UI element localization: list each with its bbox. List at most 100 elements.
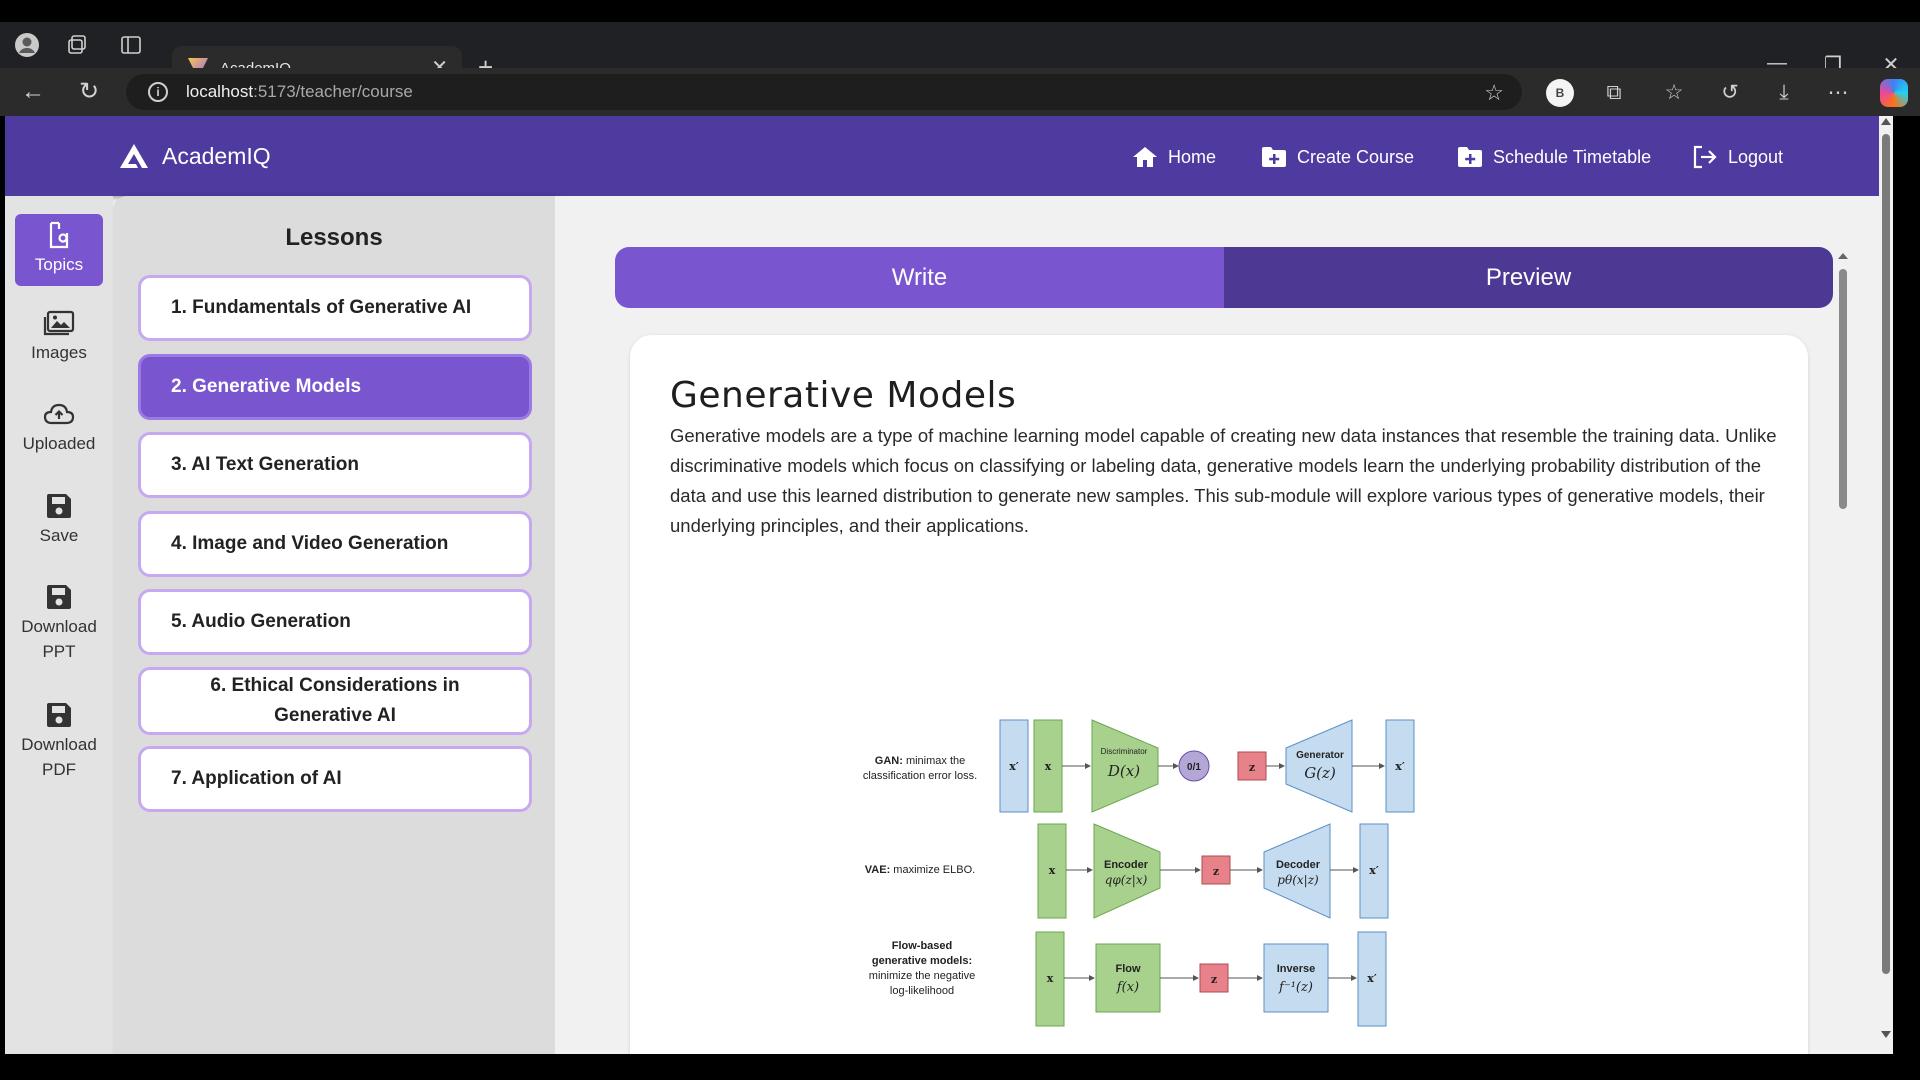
nav-logout-label: Logout: [1728, 146, 1784, 167]
gan-label-rest2: classification error loss.: [863, 770, 977, 782]
nav-schedule-timetable-link[interactable]: Schedule Timetable: [1457, 145, 1651, 169]
browser-tab-strip: AcademIQ ✕ + — ❐ ✕: [0, 22, 1920, 90]
folder-plus-icon: [1457, 145, 1483, 169]
favorites-icon[interactable]: ☆: [1660, 80, 1688, 106]
reload-icon[interactable]: ↻: [74, 78, 104, 106]
site-info-icon[interactable]: i: [148, 82, 168, 102]
tab-preview[interactable]: Preview: [1224, 247, 1833, 308]
download-pdf-label-line2: PDF: [42, 760, 76, 779]
images-tool-button[interactable]: Images: [15, 306, 103, 365]
lesson-item-6[interactable]: 6. Ethical Considerations in Generative …: [138, 667, 532, 735]
history-icon[interactable]: ↺: [1716, 80, 1744, 106]
nav-logout-link[interactable]: Logout: [1692, 145, 1783, 169]
lesson-item-2[interactable]: 2. Generative Models: [138, 354, 532, 420]
downloads-icon[interactable]: ⤓: [1770, 80, 1798, 106]
doc-body: Generative models are a type of machine …: [670, 425, 1777, 536]
inverse-fn: f⁻¹(z): [1278, 980, 1313, 995]
vae-label-rest: maximize ELBO.: [893, 864, 975, 876]
cloud-upload-icon: [15, 397, 103, 431]
save-icon: [15, 489, 103, 523]
inverse-block: [1263, 943, 1329, 1013]
gan-label-rest1: minimax the: [906, 755, 965, 767]
address-bar[interactable]: i localhost:5173/teacher/course ☆: [126, 74, 1522, 110]
decoder-label: Decoder: [1276, 859, 1321, 871]
download-pdf-label-line1: Download: [21, 735, 97, 754]
nav-create-course-label: Create Course: [1297, 146, 1415, 167]
encoder-fn: qφ(z|x): [1105, 873, 1148, 887]
vae-z-text: z: [1213, 865, 1219, 878]
gan-z-text: z: [1249, 761, 1255, 774]
more-menu-icon[interactable]: ⋯: [1824, 80, 1852, 106]
vertical-tabs-icon[interactable]: [118, 32, 144, 58]
url-path: :5173/teacher/course: [253, 82, 413, 101]
flow-fn: f(x): [1116, 980, 1139, 995]
nav-home-label: Home: [1168, 146, 1217, 167]
academiq-logo-icon: [118, 142, 150, 170]
page-viewport: AcademIQ Home Create Course Schedule Tim…: [5, 116, 1893, 1054]
app-logo[interactable]: AcademIQ: [118, 142, 271, 170]
image-icon: [15, 306, 103, 340]
content-scrollbar[interactable]: [1836, 251, 1850, 1051]
gan-x-prime-output-text: x′: [1395, 760, 1405, 773]
flow-label: Flow: [1115, 963, 1140, 975]
workspaces-icon[interactable]: [64, 32, 90, 58]
vae-label: VAE: maximize ELBO.: [865, 864, 975, 876]
uploaded-tool-label: Uploaded: [22, 434, 96, 453]
discriminator-fn: D(x): [1107, 762, 1140, 780]
editor-area: Write Preview Generative Models Generati…: [555, 196, 1893, 1054]
lesson-item-6-line1: 6. Ethical Considerations in: [210, 675, 460, 696]
browser-profile-avatar[interactable]: B: [1546, 79, 1574, 107]
nav-home-link[interactable]: Home: [1132, 145, 1216, 169]
profile-avatar-icon[interactable]: [14, 32, 40, 58]
binary-output-text: 0/1: [1187, 762, 1201, 773]
logout-icon: [1692, 145, 1718, 169]
page-scrollbar[interactable]: [1879, 116, 1893, 1054]
nav-schedule-timetable-label: Schedule Timetable: [1493, 146, 1652, 167]
nav-create-course-link[interactable]: Create Course: [1261, 145, 1414, 169]
app-logo-text: AcademIQ: [162, 142, 271, 169]
lessons-title: Lessons: [285, 224, 383, 251]
download-ppt-label-line1: Download: [21, 617, 97, 636]
vae-x-prime-text: x′: [1369, 864, 1379, 877]
browser-toolbar: ← ↻ i localhost:5173/teacher/course ☆ B …: [0, 68, 1920, 116]
extensions-icon[interactable]: ⧉: [1600, 80, 1628, 106]
flow-label-line3: minimize the negative: [869, 970, 975, 982]
flow-label-line1: Flow-based: [892, 940, 953, 952]
flow-block: [1095, 943, 1161, 1013]
write-preview-tabs: Write Preview: [615, 247, 1833, 308]
url-host: localhost: [186, 82, 254, 101]
folder-plus-icon: [1261, 145, 1287, 169]
screen: AcademIQ ✕ + — ❐ ✕ ← ↻ i localhost:5173/…: [0, 0, 1920, 1080]
generator-fn: G(z): [1304, 764, 1336, 782]
favorite-star-icon[interactable]: ☆: [1484, 80, 1504, 106]
save-icon: [15, 698, 103, 732]
editor-toolbar: Topics Images Uploaded Save Download PPT…: [5, 196, 113, 1054]
save-tool-button[interactable]: Save: [15, 489, 103, 548]
images-tool-label: Images: [31, 343, 87, 362]
generator-label: Generator: [1296, 750, 1344, 761]
generative-models-figure: GAN: minimax the classification error lo…: [863, 719, 1415, 1027]
back-icon[interactable]: ←: [18, 78, 48, 106]
topics-tool-button[interactable]: Topics: [15, 214, 103, 286]
discriminator-label: Discriminator: [1101, 747, 1148, 756]
uploaded-tool-button[interactable]: Uploaded: [15, 397, 103, 456]
save-icon: [15, 580, 103, 614]
preview-card: Generative Models Generative models are …: [630, 335, 1808, 1054]
lesson-item-3[interactable]: 3. AI Text Generation: [138, 432, 532, 498]
encoder-label: Encoder: [1104, 859, 1149, 871]
flow-x-prime-text: x′: [1367, 972, 1377, 985]
topics-tool-label: Topics: [34, 255, 84, 274]
doc-title: Generative Models: [670, 375, 1017, 416]
lesson-item-4[interactable]: 4. Image and Video Generation: [138, 511, 532, 577]
vae-label-bold: VAE:: [865, 864, 890, 876]
lesson-item-5[interactable]: 5. Audio Generation: [138, 589, 532, 655]
download-pdf-tool-button[interactable]: Download PDF: [15, 698, 103, 782]
flow-z-text: z: [1211, 973, 1217, 986]
copilot-icon[interactable]: [1880, 79, 1908, 107]
tab-write[interactable]: Write: [615, 247, 1224, 308]
lesson-item-7[interactable]: 7. Application of AI: [138, 746, 532, 812]
lesson-item-1[interactable]: 1. Fundamentals of Generative AI: [138, 275, 532, 341]
decoder-fn: pθ(x|z): [1277, 873, 1319, 887]
download-ppt-tool-button[interactable]: Download PPT: [15, 580, 103, 664]
app-header: AcademIQ Home Create Course Schedule Tim…: [5, 116, 1893, 196]
